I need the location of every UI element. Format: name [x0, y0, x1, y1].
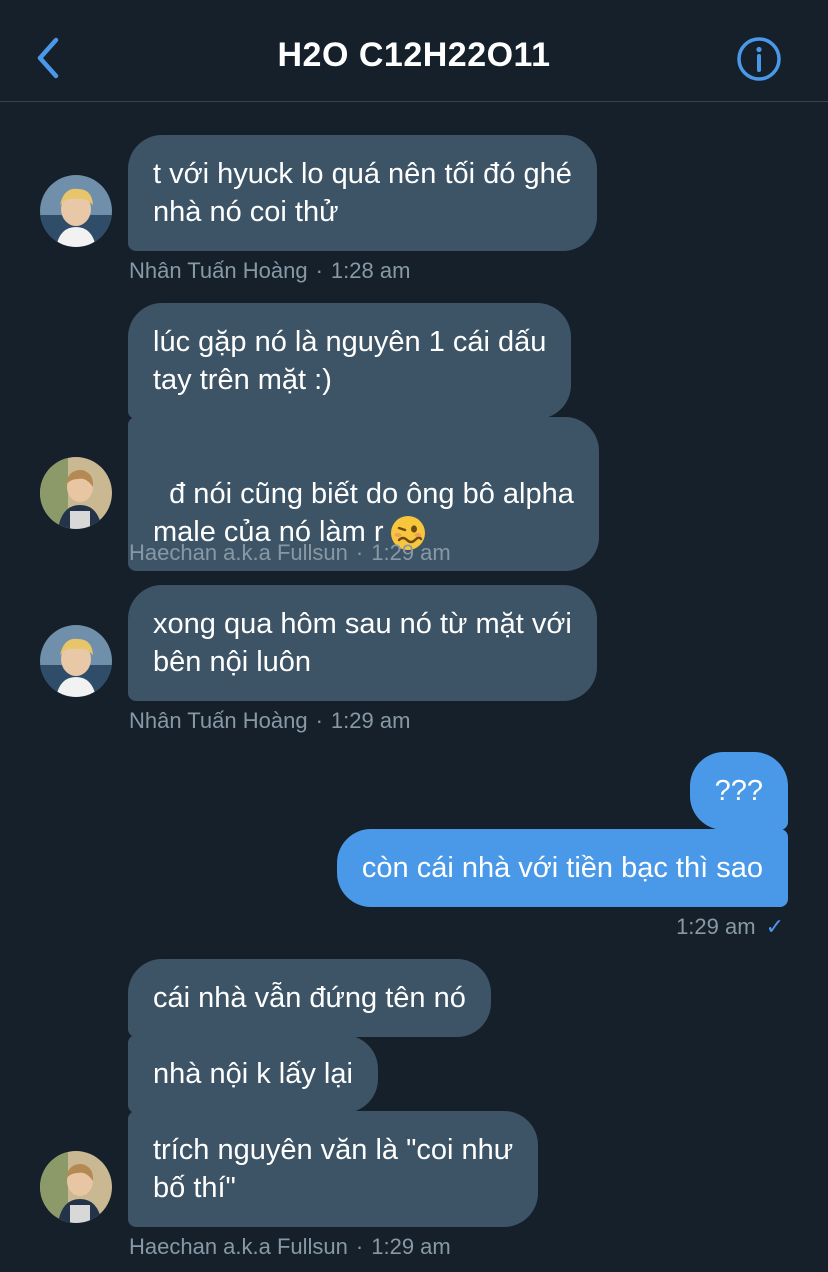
message-meta: Haechan a.k.a Fullsun · 1:29 am: [129, 1234, 451, 1259]
message-time: 1:29 am: [330, 708, 411, 733]
message-time: 1:28 am: [330, 258, 411, 283]
message-time: 1:29 am: [371, 1234, 451, 1259]
message-bubble[interactable]: cái nhà vẫn đứng tên nó: [128, 959, 491, 1037]
sender-name: Nhân Tuấn Hoàng: [129, 258, 308, 283]
message-meta: Haechan a.k.a Fullsun · 1:29 am: [129, 540, 451, 565]
message-bubble[interactable]: trích nguyên văn là "coi như bố thí": [128, 1111, 539, 1227]
message-time: 1:29 am: [676, 914, 756, 939]
sender-name: Haechan a.k.a Fullsun: [129, 1234, 348, 1259]
message-meta: Nhân Tuấn Hoàng · 1:29 am: [129, 708, 411, 733]
avatar[interactable]: [40, 457, 112, 529]
message-bubble[interactable]: t với hyuck lo quá nên tối đó ghé nhà nó…: [128, 135, 597, 251]
message-bubble[interactable]: nhà nội k lấy lại: [128, 1035, 378, 1113]
conversation-title: H2O C12H22O11: [277, 36, 551, 74]
avatar[interactable]: [40, 175, 112, 247]
avatar[interactable]: [40, 625, 112, 697]
message-text: đ nói cũng biết do ông bô alpha male của…: [153, 478, 574, 548]
sender-name: Haechan a.k.a Fullsun: [129, 540, 348, 565]
info-icon: [737, 37, 781, 81]
message-meta: 1:29 am ✓: [676, 914, 784, 940]
sent-check-icon: ✓: [765, 914, 784, 939]
message-meta: Nhân Tuấn Hoàng · 1:28 am: [129, 258, 411, 283]
message-time: 1:29 am: [371, 540, 451, 565]
sender-name: Nhân Tuấn Hoàng: [129, 708, 308, 733]
outgoing-message-bubble[interactable]: còn cái nhà với tiền bạc thì sao: [336, 829, 788, 907]
outgoing-message-bubble[interactable]: ???: [689, 752, 788, 830]
message-bubble[interactable]: xong qua hôm sau nó từ mặt với bên nội l…: [128, 585, 597, 701]
conversation-info-button[interactable]: [736, 36, 782, 82]
avatar[interactable]: [40, 1151, 112, 1223]
message-bubble[interactable]: lúc gặp nó là nguyên 1 cái dấu tay trên …: [128, 303, 572, 419]
conversation-header: H2O C12H22O11: [0, 0, 828, 102]
